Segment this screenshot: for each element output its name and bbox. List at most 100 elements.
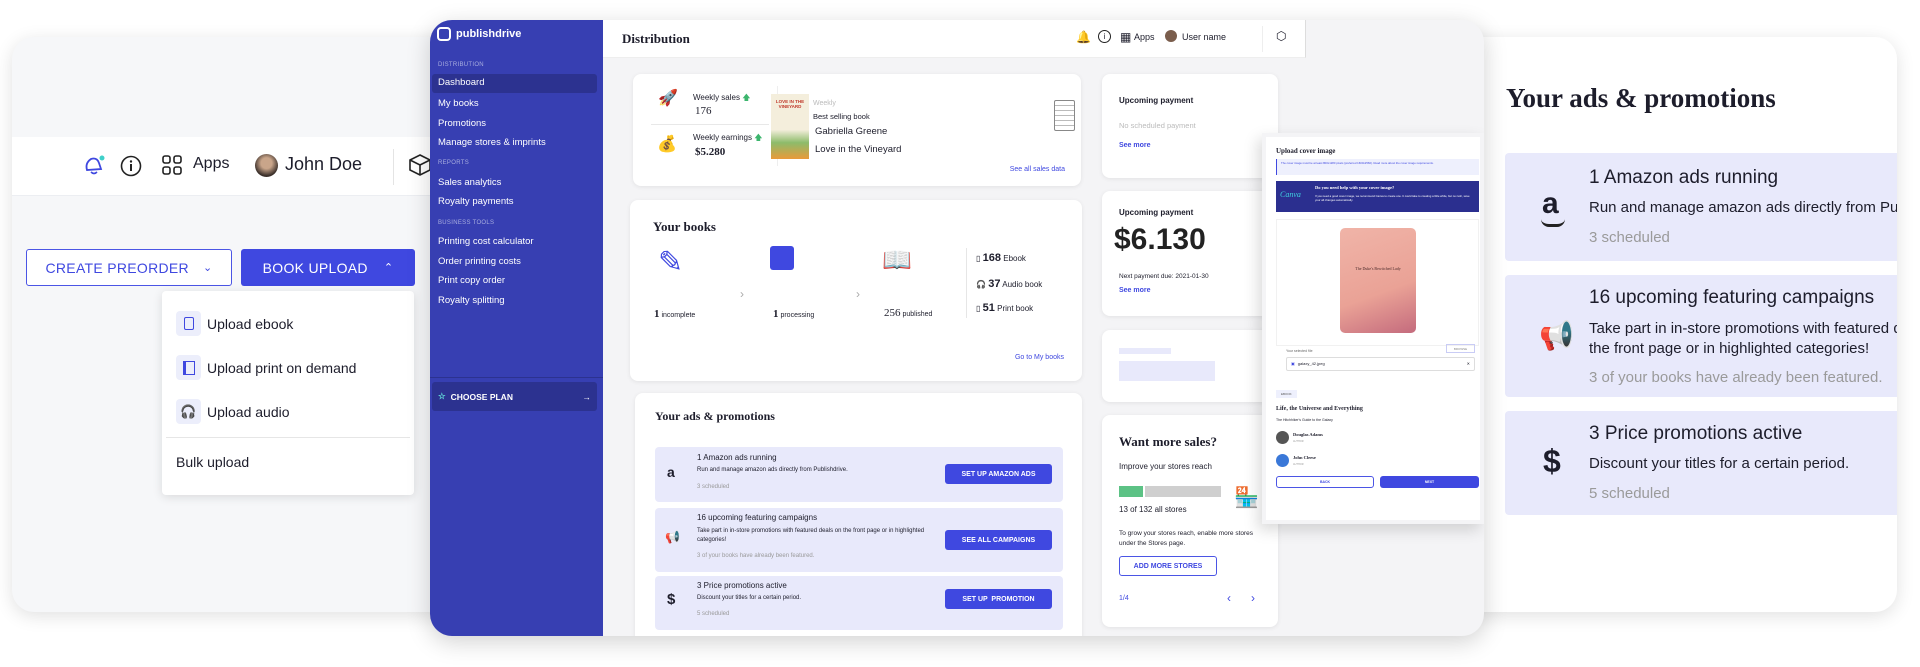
skeleton-block [1119, 361, 1215, 381]
user-name[interactable]: John Doe [285, 154, 362, 175]
book-upload-label: BOOK UPLOAD [262, 259, 368, 276]
menu-item-upload-print[interactable]: Upload print on demand [176, 355, 356, 380]
add-more-stores-button[interactable]: ADD MORE STORES [1119, 556, 1217, 576]
apps-label[interactable]: Apps [193, 155, 229, 173]
best-selling-label: Best selling book [813, 112, 870, 121]
promotions-title: Your ads & promotions [655, 409, 775, 423]
format-audio: 🎧 37 Audio book [976, 278, 1043, 290]
cube-icon[interactable]: ⬡ [1276, 29, 1286, 43]
avatar[interactable] [255, 154, 278, 177]
money-icon: 💰 [657, 136, 677, 153]
promo-title: 16 upcoming featuring campaigns [1589, 287, 1875, 308]
info-icon[interactable] [120, 155, 142, 177]
publishdrive-logo-icon [437, 27, 451, 41]
apps-grid-icon[interactable] [162, 155, 182, 175]
pager-label: 1/4 [1119, 595, 1129, 602]
next-arrow-icon[interactable]: › [1251, 591, 1255, 605]
format-print: ▯ 51 Print book [976, 302, 1034, 314]
right-panel: Your ads & promotions a 1 Amazon ads run… [1440, 37, 1897, 612]
menu-item-bulk-upload[interactable]: Bulk upload [176, 454, 249, 470]
menu-item-label: Upload audio [207, 403, 290, 420]
weekly-label: Weekly [813, 100, 836, 107]
cover-info-box: The cover image must be at least 800x128… [1276, 159, 1479, 175]
promo-sub: 3 scheduled [1589, 229, 1670, 246]
go-to-my-books-link[interactable]: Go to My books [1015, 354, 1064, 361]
book-upload-button[interactable]: BOOK UPLOAD ⌃ [241, 249, 415, 286]
see-more-link[interactable]: See more [1119, 142, 1151, 149]
selected-file-field[interactable]: ▣ galaxy_42.jpeg ✕ [1286, 357, 1475, 371]
arrow-up-icon: 🡅 [742, 93, 751, 102]
set-up-amazon-ads-button[interactable]: SET UP AMAZON ADS [945, 464, 1052, 484]
promo-desc: Run and manage amazon ads directly from … [1589, 199, 1897, 216]
menu-item-label: Upload print on demand [207, 359, 357, 376]
page-title: Distribution [622, 31, 690, 46]
info-icon[interactable]: i [1098, 30, 1111, 43]
sidebar-item-print-copy[interactable]: Print copy order [438, 275, 505, 286]
remove-file-icon[interactable]: ✕ [1467, 361, 1470, 367]
dollar-icon: $ [667, 591, 676, 608]
browse-button[interactable]: BROWSE [1446, 344, 1475, 353]
best-seller-cover[interactable]: LOVE IN THE VINEYARD [771, 94, 809, 159]
promo-title: 3 Price promotions active [1589, 423, 1803, 444]
open-book-illustration: 📖 [882, 247, 912, 274]
bell-icon[interactable]: 🔔 [1076, 30, 1091, 44]
sidebar-item-my-books[interactable]: My books [438, 98, 479, 109]
sidebar-item-dashboard[interactable]: Dashboard [438, 77, 484, 88]
step-incomplete: 1 incomplete [654, 308, 696, 320]
avatar[interactable] [1165, 30, 1177, 42]
sidebar-section-distribution: DISTRIBUTION [438, 62, 484, 68]
promotions-card: Your ads & promotions a 1 Amazon ads run… [635, 393, 1082, 636]
back-button[interactable]: BACK [1276, 476, 1374, 488]
user-name[interactable]: User name [1182, 32, 1226, 42]
no-payment-text: No scheduled payment [1119, 121, 1196, 130]
promo-desc: Discount your titles for a certain perio… [1589, 455, 1850, 472]
bell-icon[interactable] [82, 155, 106, 177]
sales-divider [651, 124, 769, 125]
next-button[interactable]: NEXT [1380, 476, 1479, 488]
canva-banner: Canva Do you need help with your cover i… [1276, 181, 1479, 212]
rocket-icon: 🚀 [658, 90, 678, 107]
sidebar-item-sales-analytics[interactable]: Sales analytics [438, 177, 501, 188]
previous-arrow-icon[interactable]: ‹ [1227, 591, 1231, 605]
see-more-link[interactable]: See more [1119, 287, 1151, 294]
contributor-name: Douglas Adams [1293, 432, 1323, 437]
format-chip[interactable]: EBOOK [1276, 390, 1297, 398]
create-preorder-button[interactable]: CREATE PREORDER ⌄ [26, 249, 232, 286]
sales-card: 🚀 Weekly sales 🡅 176 💰 Weekly earnings 🡅… [633, 74, 1081, 186]
sidebar-item-printing-cost[interactable]: Printing cost calculator [438, 236, 534, 247]
header-divider [1262, 26, 1263, 52]
weekly-earnings-value: $5.280 [695, 146, 726, 158]
see-all-campaigns-button[interactable]: SEE ALL CAMPAIGNS [945, 530, 1052, 550]
choose-plan-button[interactable]: ☆ CHOOSE PLAN → [432, 382, 597, 411]
contributor-name: John Cleese [1293, 455, 1316, 460]
apps-label[interactable]: Apps [1134, 32, 1155, 42]
sidebar-item-promotions[interactable]: Promotions [438, 118, 486, 129]
choose-plan-label: CHOOSE PLAN [450, 391, 513, 402]
upcoming-payment-empty-card: Upcoming payment No scheduled payment Se… [1102, 74, 1278, 178]
sidebar-item-royalty-payments[interactable]: Royalty payments [438, 196, 514, 207]
file-name: galaxy_42.jpeg [1297, 361, 1325, 366]
modal-title: Upload cover image [1276, 147, 1336, 155]
promo-sub: 5 scheduled [697, 611, 730, 617]
sidebar-item-order-printing[interactable]: Order printing costs [438, 256, 521, 267]
apps-grid-icon[interactable]: ▦ [1120, 30, 1131, 44]
cover-preview-image: The Duke's Bewitched Lady [1340, 228, 1416, 333]
cube-icon[interactable] [408, 153, 432, 177]
canva-title: Do you need help with your cover image? [1315, 185, 1395, 190]
brand-logo[interactable]: publishdrive [437, 27, 521, 41]
canva-logo: Canva [1280, 190, 1301, 199]
chevron-up-icon: ⌃ [383, 262, 394, 274]
book-author: Gabriella Greene [815, 126, 888, 137]
sidebar-item-royalty-splitting[interactable]: Royalty splitting [438, 295, 505, 306]
cover-title-text: The Duke's Bewitched Lady [1355, 266, 1401, 271]
arrow-right-icon: → [582, 391, 592, 402]
megaphone-icon: 📢 [665, 530, 680, 544]
menu-item-upload-ebook[interactable]: Upload ebook [176, 311, 293, 336]
menu-item-upload-audio[interactable]: 🎧 Upload audio [176, 399, 290, 424]
sidebar-item-manage-stores[interactable]: Manage stores & imprints [438, 137, 546, 148]
skeleton-line [1119, 348, 1171, 354]
tablet-icon [1054, 100, 1075, 131]
set-up-promotion-button[interactable]: SET UP PROMOTION [945, 589, 1052, 609]
see-all-sales-link[interactable]: See all sales data [1010, 166, 1065, 173]
chevron-down-icon: ⌄ [202, 262, 213, 274]
